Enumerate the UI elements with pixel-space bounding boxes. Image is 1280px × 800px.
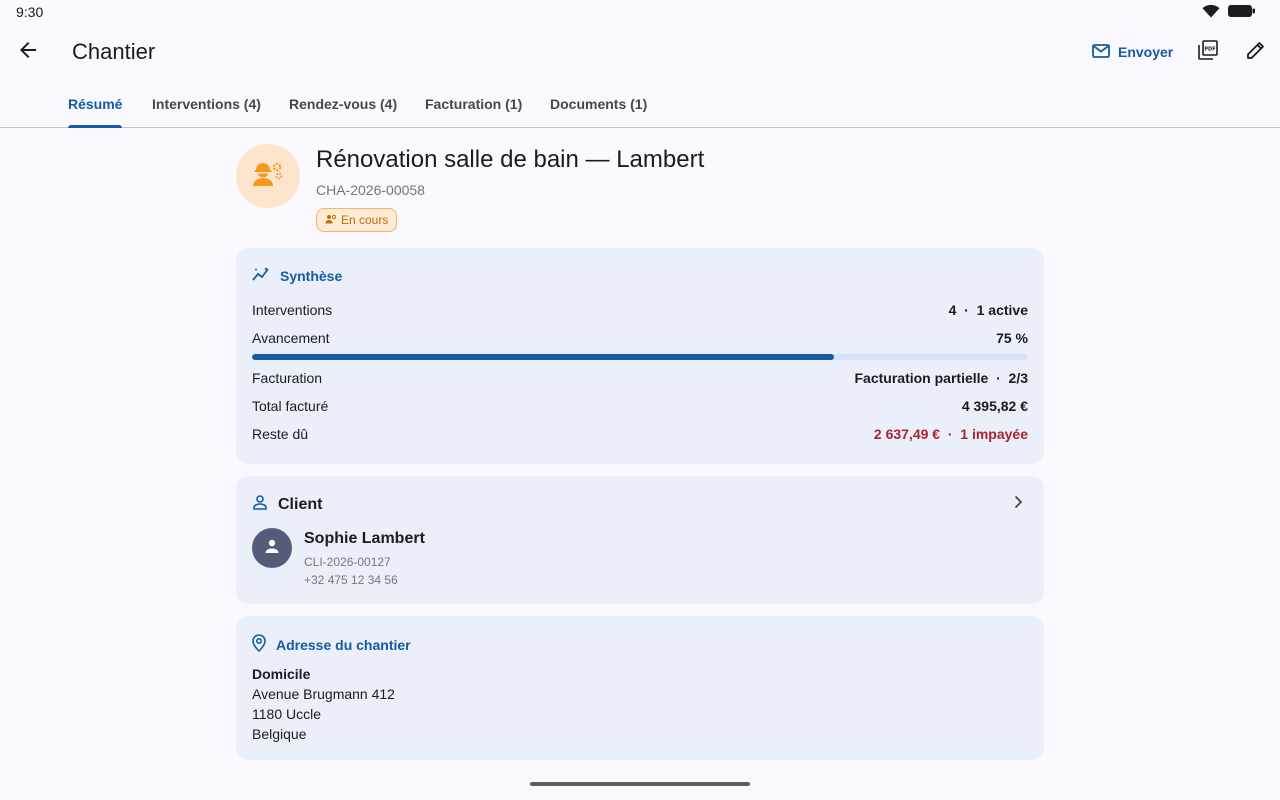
adresse-card: Adresse du chantier Domicile Avenue Brug…: [236, 616, 1044, 760]
back-button[interactable]: [12, 28, 44, 76]
status-icons: [1202, 4, 1256, 23]
tab-bar: Résumé Interventions (4) Rendez-vous (4)…: [0, 80, 1280, 128]
client-name: Sophie Lambert: [304, 530, 425, 547]
adresse-country: Belgique: [252, 726, 307, 742]
wifi-icon: [1202, 4, 1220, 23]
client-phone: +32 475 12 34 56: [304, 573, 398, 587]
project-header: Rénovation salle de bain — Lambert CHA-2…: [236, 144, 1044, 248]
facturation-label: Facturation: [252, 370, 323, 386]
client-card[interactable]: Client Sophie Lambert CLI-2026-00127 +32…: [236, 476, 1044, 604]
interventions-row: Interventions 4 · 1 active: [252, 302, 1028, 318]
send-button[interactable]: Envoyer: [1082, 34, 1183, 70]
svg-text:PDF: PDF: [1204, 46, 1215, 52]
reste-du-label: Reste dû: [252, 426, 309, 442]
avancement-row: Avancement 75 %: [252, 330, 1028, 346]
project-reference: CHA-2026-00058: [316, 182, 425, 198]
interventions-label: Interventions: [252, 302, 333, 318]
status-time: 9:30: [16, 4, 44, 20]
people-icon: [325, 213, 337, 227]
app-bar: Chantier Envoyer PDF: [0, 24, 1280, 80]
status-bar: 9:30: [0, 0, 1280, 24]
status-badge: En cours: [316, 208, 398, 232]
avatar: [252, 528, 292, 568]
interventions-value: 4 · 1 active: [948, 302, 1028, 318]
location-pin-icon: [252, 634, 266, 655]
total-facture-value: 4 395,82 €: [961, 398, 1028, 414]
reste-du-row: Reste dû 2 637,49 € · 1 impayée: [252, 426, 1028, 442]
arrow-back-icon: [18, 40, 38, 65]
avancement-progress-bar: [252, 354, 1028, 360]
adresse-city: 1180 Uccle: [252, 706, 322, 722]
adresse-street: Avenue Brugmann 412: [252, 686, 395, 702]
adresse-type: Domicile: [252, 666, 311, 682]
reste-du-value: 2 637,49 € · 1 impayée: [873, 426, 1028, 442]
tab-interventions[interactable]: Interventions (4): [152, 80, 261, 127]
pdf-button[interactable]: PDF: [1188, 32, 1228, 72]
person-outline-icon: [252, 494, 268, 515]
tab-resume[interactable]: Résumé: [68, 80, 123, 128]
main-content: Rénovation salle de bain — Lambert CHA-2…: [236, 144, 1044, 760]
chevron-right-icon[interactable]: [1008, 492, 1028, 517]
client-reference: CLI-2026-00127: [304, 555, 391, 569]
edit-button[interactable]: [1236, 32, 1276, 72]
person-icon: [264, 538, 280, 559]
avancement-progress-fill: [252, 354, 834, 360]
edit-icon: [1246, 40, 1266, 65]
gesture-home-bar[interactable]: [530, 782, 750, 786]
tab-documents[interactable]: Documents (1): [550, 80, 647, 127]
project-avatar: [236, 144, 300, 208]
page-title: Chantier: [72, 39, 156, 64]
send-button-label: Envoyer: [1118, 44, 1174, 60]
mail-icon: [1092, 43, 1110, 61]
synthese-title-label: Synthèse: [280, 267, 343, 284]
worker-gear-icon: [252, 161, 284, 192]
synthese-title: Synthèse: [252, 266, 342, 285]
avancement-label: Avancement: [252, 330, 330, 346]
synthese-card: Synthèse Interventions 4 · 1 active Avan…: [236, 248, 1044, 464]
project-title: Rénovation salle de bain — Lambert: [316, 146, 705, 173]
total-facture-row: Total facturé 4 395,82 €: [252, 398, 1028, 414]
avancement-value: 75 %: [996, 330, 1028, 346]
tab-facturation[interactable]: Facturation (1): [425, 80, 522, 127]
insights-icon: [252, 266, 270, 285]
facturation-value: Facturation partielle · 2/3: [854, 370, 1029, 386]
client-section-label: Client: [278, 495, 323, 513]
tab-rendez-vous[interactable]: Rendez-vous (4): [289, 80, 397, 127]
total-facture-label: Total facturé: [252, 398, 329, 414]
pdf-icon: PDF: [1198, 39, 1218, 65]
adresse-title-label: Adresse du chantier: [276, 636, 411, 653]
battery-icon: [1228, 4, 1256, 23]
facturation-row: Facturation Facturation partielle · 2/3: [252, 370, 1028, 386]
client-section-title: Client: [252, 494, 322, 515]
status-badge-label: En cours: [341, 213, 389, 227]
adresse-title: Adresse du chantier: [252, 634, 411, 655]
